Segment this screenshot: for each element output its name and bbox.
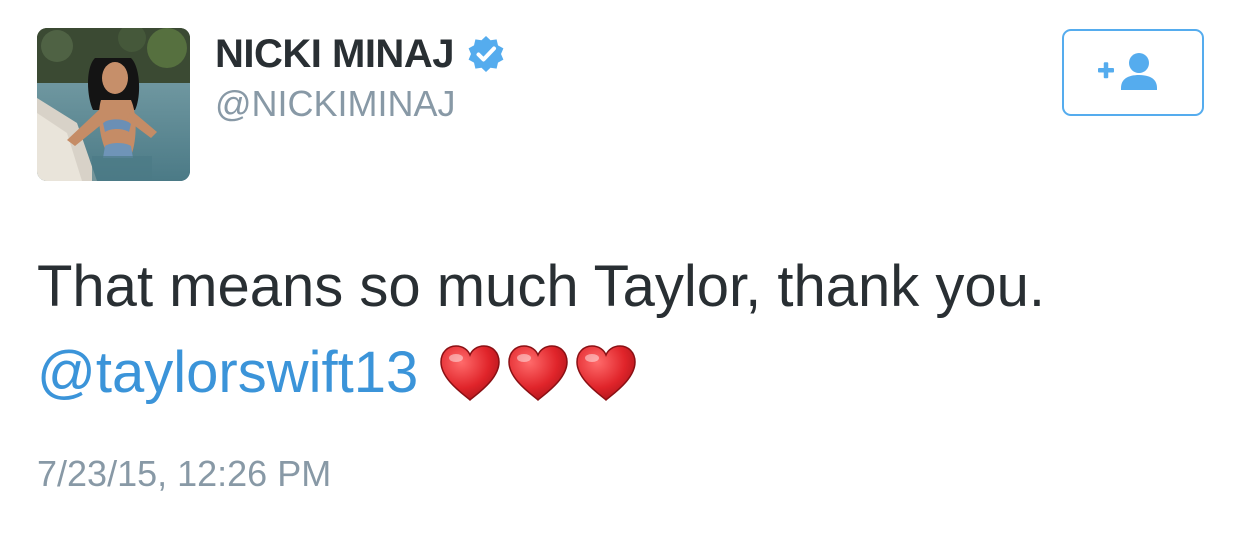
add-user-icon — [1098, 52, 1157, 90]
user-handle[interactable]: @NICKIMINAJ — [215, 82, 456, 126]
follow-button[interactable] — [1062, 29, 1204, 116]
tweet-text-line-2: @taylorswift13 — [37, 338, 642, 408]
heart-icon — [574, 344, 638, 402]
heart-icon — [438, 344, 502, 402]
heart-emoji-group — [438, 344, 642, 402]
mention-link[interactable]: @taylorswift13 — [37, 340, 418, 406]
avatar[interactable] — [37, 28, 190, 181]
tweet-text: That means so much Taylor, thank you. — [37, 254, 1046, 319]
user-name-row: NICKI MINAJ — [215, 30, 506, 78]
heart-icon — [506, 344, 570, 402]
display-name[interactable]: NICKI MINAJ — [215, 30, 454, 78]
verified-badge-icon — [466, 34, 506, 74]
tweet-card: NICKI MINAJ @NICKIMINAJ That means so mu… — [0, 0, 1241, 535]
profile-photo-icon — [37, 28, 190, 181]
tweet-timestamp[interactable]: 7/23/15, 12:26 PM — [37, 452, 331, 496]
